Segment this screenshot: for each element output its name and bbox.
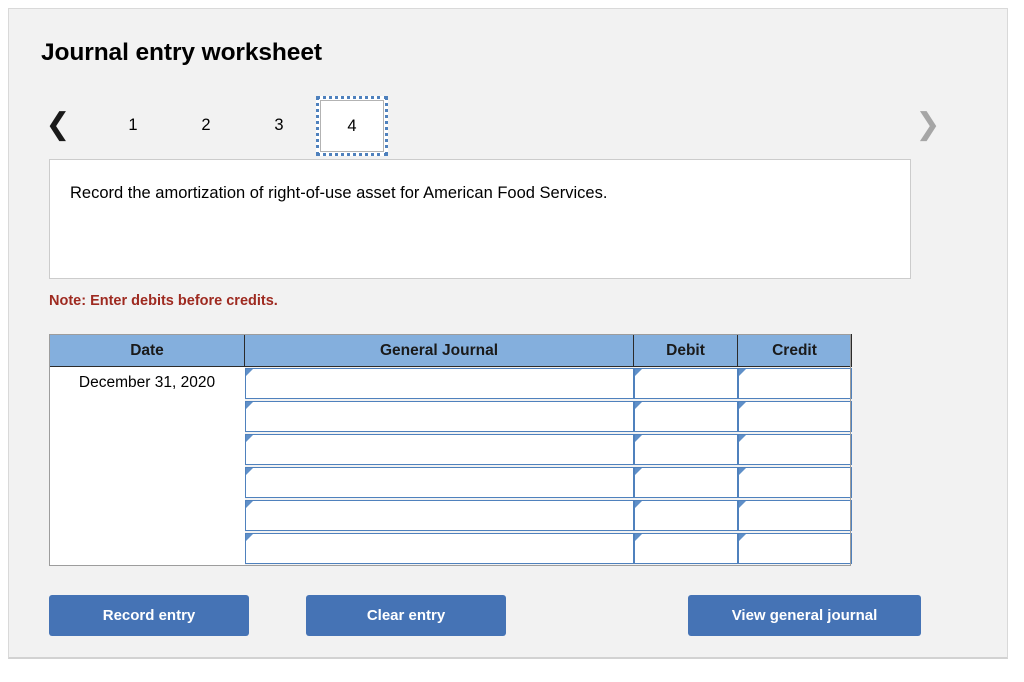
credit-field-1[interactable]	[737, 367, 852, 399]
credit-cell-1[interactable]	[737, 366, 852, 400]
credit-cell-2[interactable]	[737, 399, 852, 433]
debits-before-credits-note: Note: Enter debits before credits.	[49, 293, 278, 309]
general-journal-cell-5[interactable]	[244, 498, 634, 532]
clear-entry-button[interactable]: Clear entry	[306, 595, 506, 636]
column-header-credit: Credit	[737, 334, 852, 367]
debit-input-5[interactable]	[644, 500, 733, 530]
general-journal-cell-3[interactable]	[244, 432, 634, 466]
date-cell-6	[49, 531, 245, 565]
general-journal-cell-6[interactable]	[244, 531, 634, 565]
debit-cell-3[interactable]	[633, 432, 738, 466]
credit-input-4[interactable]	[748, 467, 847, 497]
general-journal-field-4[interactable]	[244, 466, 634, 498]
debit-input-2[interactable]	[644, 401, 733, 431]
credit-cell-5[interactable]	[737, 498, 852, 532]
entry-pager: ❮ ❯ 1 2 3 4	[41, 94, 945, 156]
credit-field-2[interactable]	[737, 400, 852, 432]
table-header-row: Date General Journal Debit Credit	[49, 334, 852, 367]
general-journal-input-3[interactable]	[255, 434, 629, 464]
general-journal-field-3[interactable]	[244, 433, 634, 465]
debit-field-6[interactable]	[633, 532, 738, 564]
general-journal-field-5[interactable]	[244, 499, 634, 531]
debit-field-5[interactable]	[633, 499, 738, 531]
record-entry-button[interactable]: Record entry	[49, 595, 249, 636]
entry-tab-4[interactable]: 4	[316, 96, 388, 156]
column-header-general-journal: General Journal	[244, 334, 634, 367]
general-journal-input-6[interactable]	[255, 533, 629, 563]
credit-input-6[interactable]	[748, 533, 847, 563]
table-row	[49, 399, 852, 433]
chevron-right-icon[interactable]: ❯	[913, 108, 943, 142]
entry-tab-2[interactable]: 2	[170, 103, 242, 147]
credit-cell-6[interactable]	[737, 531, 852, 565]
date-cell-2	[49, 399, 245, 433]
journal-entry-table: Date General Journal Debit Credit Decemb…	[49, 334, 852, 565]
table-row: December 31, 2020	[49, 366, 852, 400]
general-journal-cell-4[interactable]	[244, 465, 634, 499]
credit-field-4[interactable]	[737, 466, 852, 498]
debit-field-3[interactable]	[633, 433, 738, 465]
general-journal-field-6[interactable]	[244, 532, 634, 564]
general-journal-cell-1[interactable]	[244, 366, 634, 400]
worksheet-screen: Journal entry worksheet ❮ ❯ 1 2 3 4 Reco…	[0, 0, 1024, 682]
credit-input-2[interactable]	[748, 401, 847, 431]
page-title: Journal entry worksheet	[41, 39, 322, 66]
general-journal-cell-2[interactable]	[244, 399, 634, 433]
worksheet-panel: Journal entry worksheet ❮ ❯ 1 2 3 4 Reco…	[8, 8, 1008, 659]
debit-cell-1[interactable]	[633, 366, 738, 400]
credit-cell-3[interactable]	[737, 432, 852, 466]
column-header-date: Date	[49, 334, 245, 367]
debit-input-4[interactable]	[644, 467, 733, 497]
credit-cell-4[interactable]	[737, 465, 852, 499]
view-general-journal-button[interactable]: View general journal	[688, 595, 921, 636]
entry-tab-1[interactable]: 1	[97, 103, 169, 147]
debit-cell-4[interactable]	[633, 465, 738, 499]
instruction-text: Record the amortization of right-of-use …	[70, 184, 608, 202]
general-journal-field-2[interactable]	[244, 400, 634, 432]
table-row	[49, 465, 852, 499]
credit-field-5[interactable]	[737, 499, 852, 531]
general-journal-input-4[interactable]	[255, 467, 629, 497]
column-header-debit: Debit	[633, 334, 738, 367]
debit-cell-2[interactable]	[633, 399, 738, 433]
general-journal-input-2[interactable]	[255, 401, 629, 431]
debit-input-3[interactable]	[644, 434, 733, 464]
general-journal-field-1[interactable]	[244, 367, 634, 399]
debit-field-1[interactable]	[633, 367, 738, 399]
debit-input-1[interactable]	[644, 368, 733, 398]
debit-input-6[interactable]	[644, 533, 733, 563]
date-cell-3	[49, 432, 245, 466]
credit-input-3[interactable]	[748, 434, 847, 464]
table-row	[49, 531, 852, 565]
table-row	[49, 498, 852, 532]
credit-field-6[interactable]	[737, 532, 852, 564]
debit-field-2[interactable]	[633, 400, 738, 432]
table-row	[49, 432, 852, 466]
date-cell-1: December 31, 2020	[49, 366, 245, 400]
chevron-left-icon[interactable]: ❮	[43, 108, 73, 142]
debit-cell-6[interactable]	[633, 531, 738, 565]
instruction-box: Record the amortization of right-of-use …	[49, 159, 911, 279]
general-journal-input-1[interactable]	[255, 368, 629, 398]
debit-cell-5[interactable]	[633, 498, 738, 532]
date-cell-5	[49, 498, 245, 532]
entry-tab-3[interactable]: 3	[243, 103, 315, 147]
credit-input-1[interactable]	[748, 368, 847, 398]
debit-field-4[interactable]	[633, 466, 738, 498]
general-journal-input-5[interactable]	[255, 500, 629, 530]
credit-input-5[interactable]	[748, 500, 847, 530]
credit-field-3[interactable]	[737, 433, 852, 465]
date-cell-4	[49, 465, 245, 499]
